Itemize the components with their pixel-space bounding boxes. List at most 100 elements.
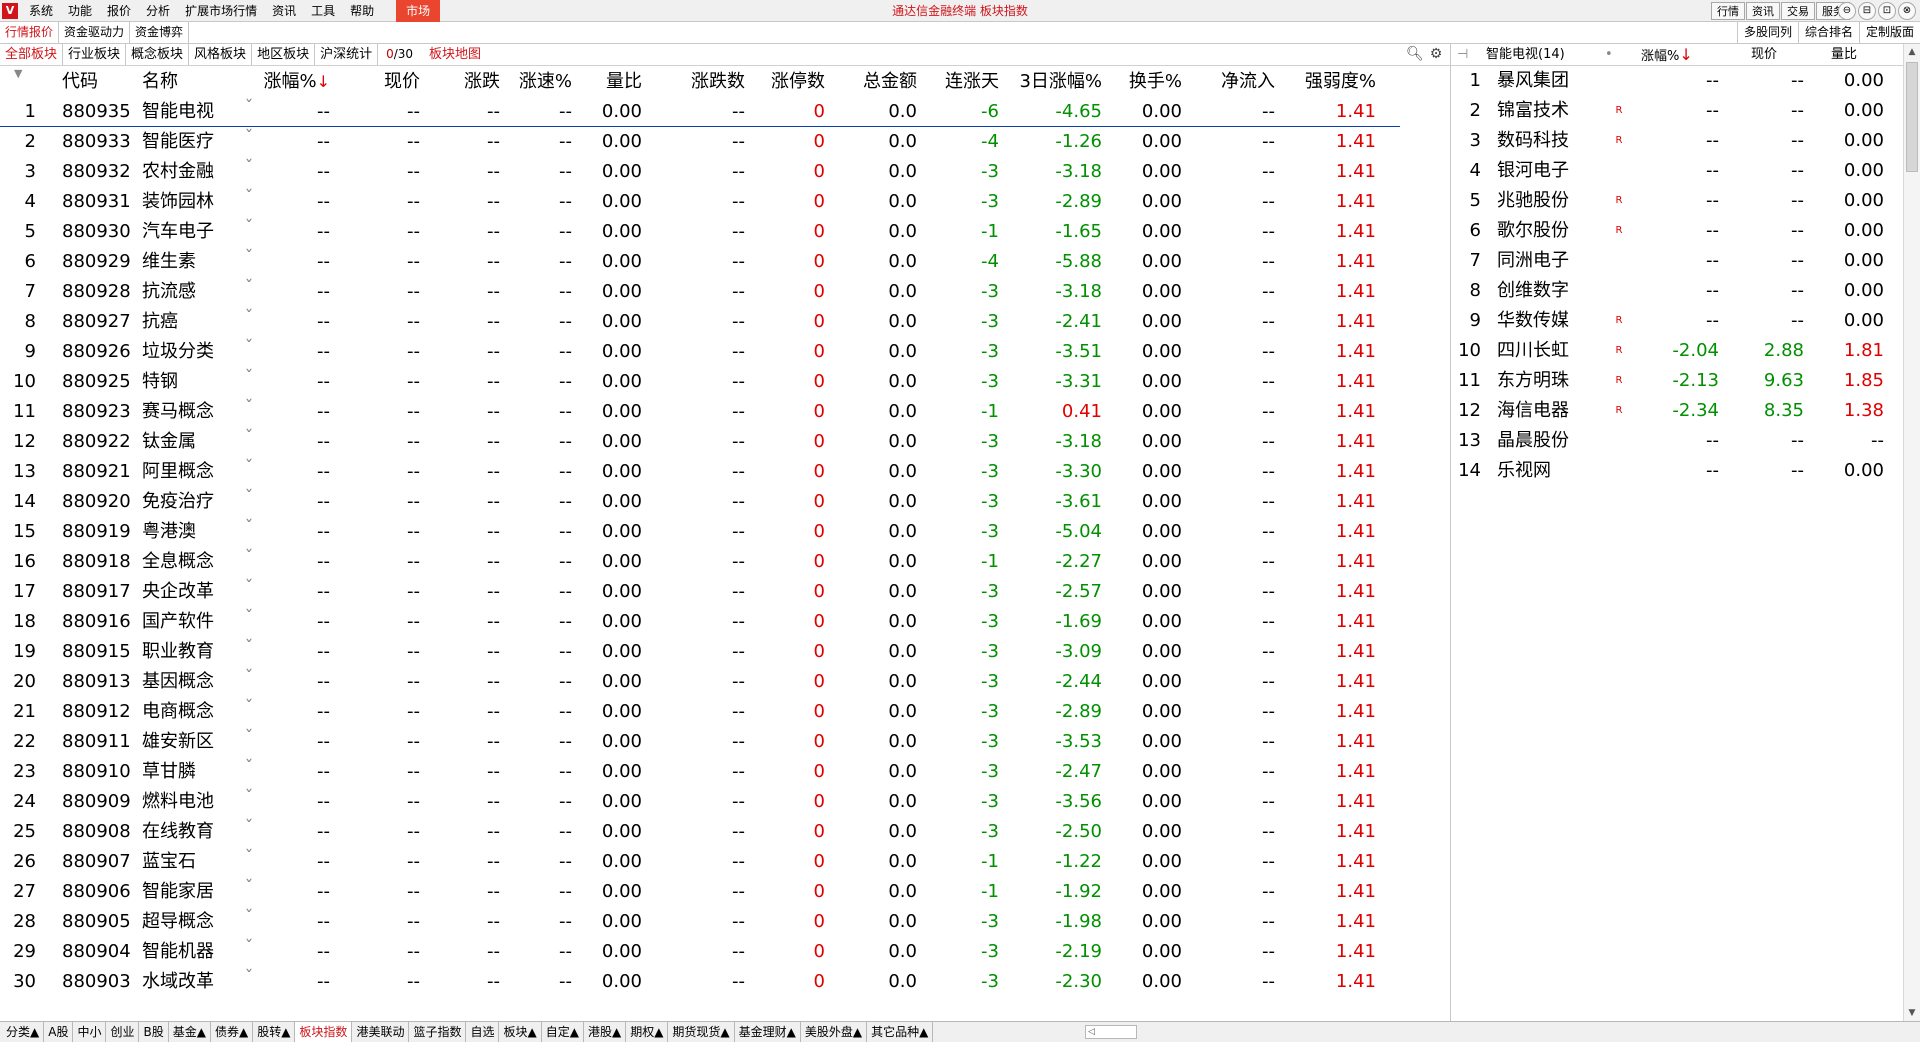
menu-item-2[interactable]: 报价: [102, 0, 141, 22]
constituent-row[interactable]: 14 乐视网 -- -- 0.00: [1451, 456, 1903, 486]
table-row[interactable]: 2 880933 智能医疗 ˇ -- -- -- -- 0.00 -- 0 0.0 -4 -1.26 0.0…: [0, 127, 1400, 157]
maximize-icon[interactable]: ⊡: [1878, 2, 1896, 20]
scroll-down-icon[interactable]: ▼: [1904, 1005, 1920, 1021]
table-row[interactable]: 16 880918 全息概念 ˇ -- -- -- -- 0.00 -- 0 0.0 -1 -2.27 0.…: [0, 547, 1400, 577]
menu-item-1[interactable]: 功能: [63, 0, 102, 22]
top-button-1[interactable]: 资讯: [1746, 2, 1780, 20]
market-tab-16[interactable]: 期货现货▲: [668, 1022, 735, 1042]
table-row[interactable]: 23 880910 草甘膦 ˇ -- -- -- -- 0.00 -- 0 0.0 -3 -2.47 0.0…: [0, 757, 1400, 787]
constituent-row[interactable]: 11 东方明珠 R -2.13 9.63 1.85: [1451, 366, 1903, 396]
table-row[interactable]: 27 880906 智能家居 ˇ -- -- -- -- 0.00 -- 0 0.0 -1 -1.92 0.…: [0, 877, 1400, 907]
view-tab-1[interactable]: 资金驱动力: [59, 22, 131, 43]
table-row[interactable]: 6 880929 维生素 ˇ -- -- -- -- 0.00 -- 0 0.0 -4 -5.88 0.00…: [0, 247, 1400, 277]
market-tab-2[interactable]: 中小: [73, 1022, 107, 1042]
category-tab-5[interactable]: 沪深统计: [315, 44, 379, 65]
table-row[interactable]: 8 880927 抗癌 ˇ -- -- -- -- 0.00 -- 0 0.0 -3 -2.41 0.00 -…: [0, 307, 1400, 337]
scroll-thumb[interactable]: [1906, 62, 1918, 172]
menu-item-5[interactable]: 资讯: [267, 0, 306, 22]
rp-header-change-pct[interactable]: 涨幅%↓: [1641, 44, 1693, 67]
table-row[interactable]: 7 880928 抗流感 ˇ -- -- -- -- 0.00 -- 0 0.0 -3 -3.18 0.00…: [0, 277, 1400, 307]
header-name[interactable]: 名称: [142, 67, 242, 97]
header-price[interactable]: 现价: [335, 67, 420, 97]
rp-header-volume-ratio[interactable]: 量比: [1831, 44, 1857, 65]
table-row[interactable]: 15 880919 粤港澳 ˇ -- -- -- -- 0.00 -- 0 0.0 -3 -5.04 0.0…: [0, 517, 1400, 547]
market-tab-11[interactable]: 自选: [466, 1022, 500, 1042]
table-row[interactable]: 12 880922 钛金属 ˇ -- -- -- -- 0.00 -- 0 0.0 -3 -3.18 0.0…: [0, 427, 1400, 457]
market-tab-19[interactable]: 其它品种▲: [867, 1022, 934, 1042]
header-change-pct[interactable]: 涨幅%↓: [255, 67, 330, 97]
header-speed[interactable]: 涨速%: [500, 67, 572, 97]
table-row[interactable]: 24 880909 燃料电池 ˇ -- -- -- -- 0.00 -- 0 0.0 -3 -3.56 0.…: [0, 787, 1400, 817]
market-tab-5[interactable]: 基金▲: [169, 1022, 211, 1042]
table-row[interactable]: 29 880904 智能机器 ˇ -- -- -- -- 0.00 -- 0 0.0 -3 -2.19 0.…: [0, 937, 1400, 967]
market-tab-9[interactable]: 港美联动: [352, 1022, 410, 1042]
layout-tab-2[interactable]: 定制版面: [1858, 22, 1920, 43]
constituent-row[interactable]: 10 四川长虹 R -2.04 2.88 1.81: [1451, 336, 1903, 366]
header-net-inflow[interactable]: 净流入: [1182, 67, 1275, 97]
header-volume-ratio[interactable]: 量比: [575, 67, 642, 97]
category-tab-3[interactable]: 风格板块: [189, 44, 253, 65]
close-icon[interactable]: ⊗: [1898, 2, 1916, 20]
table-row[interactable]: 9 880926 垃圾分类 ˇ -- -- -- -- 0.00 -- 0 0.0 -3 -3.51 0.0…: [0, 337, 1400, 367]
table-row[interactable]: 1 880935 智能电视 ˇ -- -- -- -- 0.00 -- 0 0.0 -6 -4.65 0.0…: [0, 97, 1400, 127]
table-row[interactable]: 21 880912 电商概念 ˇ -- -- -- -- 0.00 -- 0 0.0 -3 -2.89 0.…: [0, 697, 1400, 727]
layout-tab-1[interactable]: 综合排名: [1797, 22, 1859, 43]
constituent-row[interactable]: 2 锦富技术 R -- -- 0.00: [1451, 96, 1903, 126]
header-updown[interactable]: 涨跌: [425, 67, 500, 97]
market-tab-18[interactable]: 美股外盘▲: [801, 1022, 868, 1042]
market-tab-1[interactable]: A股: [44, 1022, 74, 1042]
table-row[interactable]: 3 880932 农村金融 ˇ -- -- -- -- 0.00 -- 0 0.0 -3 -3.18 0.0…: [0, 157, 1400, 187]
menu-item-0[interactable]: 系统: [24, 0, 63, 22]
rp-header-price[interactable]: 现价: [1751, 44, 1777, 65]
table-row[interactable]: 20 880913 基因概念 ˇ -- -- -- -- 0.00 -- 0 0.0 -3 -2.44 0.…: [0, 667, 1400, 697]
header-consecutive-days[interactable]: 连涨天: [917, 67, 999, 97]
market-tab-12[interactable]: 板块▲: [499, 1022, 542, 1042]
constituent-row[interactable]: 13 晶晨股份 -- -- --: [1451, 426, 1903, 456]
category-tab-1[interactable]: 行业板块: [63, 44, 127, 65]
market-tab-7[interactable]: 股转▲: [253, 1022, 296, 1042]
tab-scroll-icon[interactable]: ◁: [1085, 1025, 1137, 1039]
sector-map-link[interactable]: 板块地图: [421, 44, 489, 65]
market-tab-3[interactable]: 创业: [106, 1022, 140, 1042]
search-icon[interactable]: 🔍︎: [1406, 46, 1424, 62]
constituent-row[interactable]: 6 歌尔股份 R -- -- 0.00: [1451, 216, 1903, 246]
menu-item-7[interactable]: 帮助: [345, 0, 384, 22]
view-tab-2[interactable]: 资金博弈: [130, 22, 190, 43]
scroll-up-icon[interactable]: ▲: [1904, 44, 1920, 60]
top-button-0[interactable]: 行情: [1711, 2, 1745, 20]
view-tab-0[interactable]: 行情报价: [0, 22, 60, 43]
header-limit-up-count[interactable]: 涨停数: [745, 67, 825, 97]
constituent-row[interactable]: 8 创维数字 -- -- 0.00: [1451, 276, 1903, 306]
table-row[interactable]: 10 880925 特钢 ˇ -- -- -- -- 0.00 -- 0 0.0 -3 -3.31 0.00…: [0, 367, 1400, 397]
constituent-row[interactable]: 9 华数传媒 R -- -- 0.00: [1451, 306, 1903, 336]
menu-item-3[interactable]: 分析: [141, 0, 180, 22]
pin-icon[interactable]: ⊣: [1457, 44, 1468, 65]
table-row[interactable]: 11 880923 赛马概念 ˇ -- -- -- -- 0.00 -- 0 0.0 -1 0.41 0.0…: [0, 397, 1400, 427]
header-3day-change[interactable]: 3日涨幅%: [1000, 67, 1102, 97]
constituent-row[interactable]: 5 兆驰股份 R -- -- 0.00: [1451, 186, 1903, 216]
market-tab-17[interactable]: 基金理财▲: [735, 1022, 801, 1042]
constituent-row[interactable]: 12 海信电器 R -2.34 8.35 1.38: [1451, 396, 1903, 426]
table-row[interactable]: 17 880917 央企改革 ˇ -- -- -- -- 0.00 -- 0 0.0 -3 -2.57 0.…: [0, 577, 1400, 607]
constituent-row[interactable]: 3 数码科技 R -- -- 0.00: [1451, 126, 1903, 156]
header-code[interactable]: 代码: [62, 67, 142, 97]
table-row[interactable]: 18 880916 国产软件 ˇ -- -- -- -- 0.00 -- 0 0.0 -3 -1.69 0.…: [0, 607, 1400, 637]
header-turnover[interactable]: 换手%: [1102, 67, 1182, 97]
menu-item-4[interactable]: 扩展市场行情: [180, 0, 267, 22]
table-row[interactable]: 28 880905 超导概念 ˇ -- -- -- -- 0.00 -- 0 0.0 -3 -1.98 0.…: [0, 907, 1400, 937]
table-row[interactable]: 30 880903 水域改革 ˇ -- -- -- -- 0.00 -- 0 0.0 -3 -2.30 0.…: [0, 967, 1400, 997]
table-row[interactable]: 22 880911 雄安新区 ˇ -- -- -- -- 0.00 -- 0 0.0 -3 -3.53 0.…: [0, 727, 1400, 757]
table-row[interactable]: 4 880931 装饰园林 ˇ -- -- -- -- 0.00 -- 0 0.0 -3 -2.89 0.0…: [0, 187, 1400, 217]
market-tab-0[interactable]: 分类▲: [2, 1022, 45, 1042]
market-tab-13[interactable]: 自定▲: [542, 1022, 584, 1042]
restore-icon[interactable]: ⊟: [1858, 2, 1876, 20]
app-logo-icon[interactable]: V: [2, 3, 18, 19]
header-updown-count[interactable]: 涨跌数: [645, 67, 745, 97]
market-tab-6[interactable]: 债券▲: [211, 1022, 254, 1042]
constituent-row[interactable]: 4 银河电子 -- -- 0.00: [1451, 156, 1903, 186]
table-row[interactable]: 13 880921 阿里概念 ˇ -- -- -- -- 0.00 -- 0 0.0 -3 -3.30 0.…: [0, 457, 1400, 487]
market-tab-10[interactable]: 篮子指数: [409, 1022, 467, 1042]
category-tab-2[interactable]: 概念板块: [126, 44, 190, 65]
minimize-icon[interactable]: ⊖: [1838, 2, 1856, 20]
gear-icon[interactable]: ⚙: [1428, 46, 1444, 62]
